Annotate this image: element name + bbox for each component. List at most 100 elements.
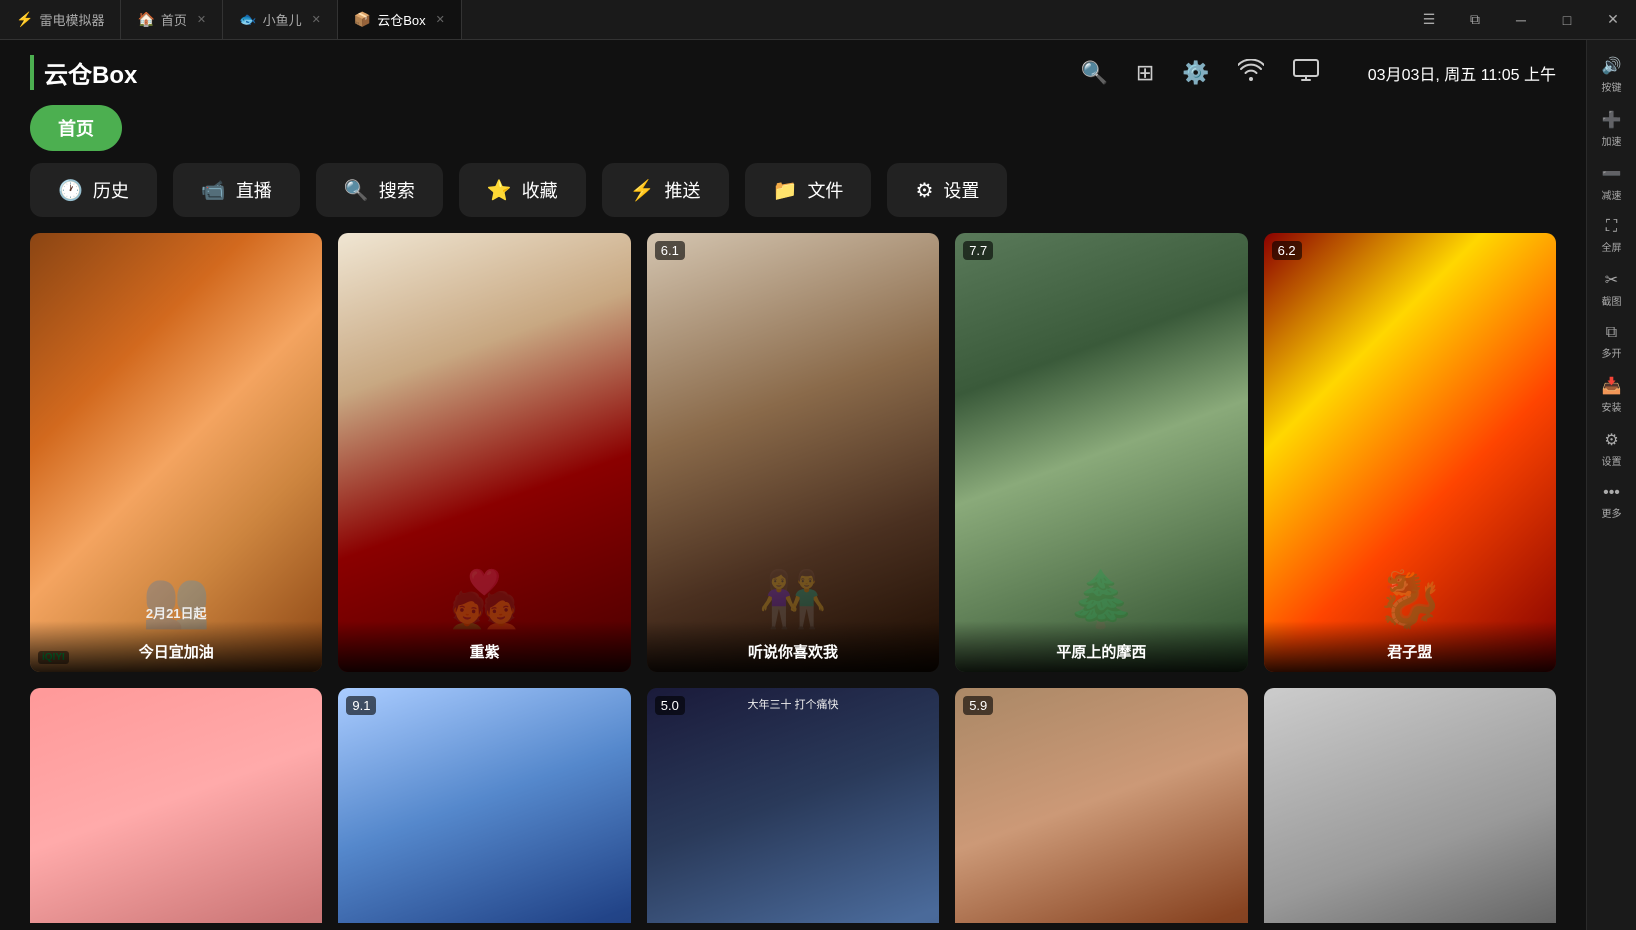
sidebar-item-subtract[interactable]: ➖ 减速 bbox=[1587, 156, 1636, 210]
sidebar-item-more[interactable]: ••• 更多 bbox=[1587, 476, 1636, 528]
sidebar-icon-multiopen: ⧉ bbox=[1606, 324, 1617, 342]
tab-close-home[interactable]: ✕ bbox=[197, 13, 206, 26]
movie-card-5[interactable]: 🐉6.2 君子盟 bbox=[1264, 233, 1556, 672]
tab-label-xiaoyu: 小鱼儿 bbox=[263, 10, 302, 29]
tab-thunderbolt[interactable]: ⚡ 雷电模拟器 bbox=[0, 0, 121, 39]
content-area: 👥2月21日起iQIYI 今日宜加油 💑 重紫 👫6.1 听说你喜欢我 🌲7.7… bbox=[0, 233, 1586, 923]
sidebar-item-fullscreen[interactable]: ⛶ 全屏 bbox=[1587, 210, 1636, 262]
sidebar-icon-install: 📥 bbox=[1602, 376, 1622, 396]
tabs-container: ⚡ 雷电模拟器🏠 首页✕🐟 小鱼儿✕📦 云仓Box✕ bbox=[0, 0, 462, 39]
tab-label-home: 首页 bbox=[161, 10, 187, 29]
category-history[interactable]: 🕐 历史 bbox=[30, 163, 157, 217]
sidebar-icon-add: ➕ bbox=[1602, 110, 1622, 130]
maximize-btn[interactable]: □ bbox=[1544, 0, 1590, 39]
minimize-btn[interactable]: ─ bbox=[1498, 0, 1544, 39]
sidebar-item-install[interactable]: 📥 安装 bbox=[1587, 368, 1636, 422]
cat-label-search: 搜索 bbox=[379, 177, 415, 203]
window-controls: ☰ ⧉ ─ □ ✕ bbox=[1406, 0, 1636, 39]
tab-label-thunderbolt: 雷电模拟器 bbox=[39, 10, 104, 29]
movie-rating-4: 7.7 bbox=[963, 241, 993, 260]
titlebar: ⚡ 雷电模拟器🏠 首页✕🐟 小鱼儿✕📦 云仓Box✕ ☰ ⧉ ─ □ ✕ bbox=[0, 0, 1636, 40]
sidebar-icon-more: ••• bbox=[1603, 484, 1620, 502]
movie-card-10[interactable]: 🏙 bbox=[1264, 688, 1556, 923]
sidebar-label-volume: 按键 bbox=[1602, 79, 1622, 94]
tab-yuncang[interactable]: 📦 云仓Box ✕ bbox=[338, 0, 462, 39]
movie-title-4: 平原上的摩西 bbox=[965, 641, 1237, 662]
tab-icon-thunderbolt: ⚡ bbox=[16, 11, 33, 28]
movie-card-3[interactable]: 👫6.1 听说你喜欢我 bbox=[647, 233, 939, 672]
cat-icon-favorites: ⭐ bbox=[487, 178, 512, 203]
sidebar-icon-config: ⚙ bbox=[1604, 430, 1618, 450]
category-settings2[interactable]: ⚙ 设置 bbox=[887, 163, 1007, 217]
tab-home[interactable]: 🏠 首页 ✕ bbox=[121, 0, 223, 39]
sidebar-label-more: 更多 bbox=[1602, 505, 1622, 520]
sidebar-label-screenshot: 截图 bbox=[1602, 293, 1622, 308]
cat-label-push: 推送 bbox=[665, 177, 701, 203]
sidebar-item-add[interactable]: ➕ 加速 bbox=[1587, 102, 1636, 156]
sidebar-label-fullscreen: 全屏 bbox=[1602, 239, 1622, 254]
restore-btn[interactable]: ⧉ bbox=[1452, 0, 1498, 39]
category-favorites[interactable]: ⭐ 收藏 bbox=[459, 163, 586, 217]
movie-card-1[interactable]: 👥2月21日起iQIYI 今日宜加油 bbox=[30, 233, 322, 672]
main-content: 云仓Box 🔍 ⊞ ⚙️ 03月03日, 周五 11:05 上午 bbox=[0, 40, 1586, 930]
category-live[interactable]: 📹 直播 bbox=[173, 163, 300, 217]
movie-grid: 👥2月21日起iQIYI 今日宜加油 💑 重紫 👫6.1 听说你喜欢我 🌲7.7… bbox=[30, 233, 1556, 923]
movie-overlay-2: 重紫 bbox=[338, 621, 630, 672]
cat-label-history: 历史 bbox=[93, 177, 129, 203]
sidebar-item-volume[interactable]: 🔊 按键 bbox=[1587, 48, 1636, 102]
cast-icon[interactable] bbox=[1292, 59, 1320, 87]
cat-label-files: 文件 bbox=[807, 177, 843, 203]
home-button[interactable]: 首页 bbox=[30, 105, 122, 151]
movie-title-2: 重紫 bbox=[348, 641, 620, 662]
movie-overlay-1: 今日宜加油 bbox=[30, 621, 322, 672]
settings-icon[interactable]: ⚙️ bbox=[1182, 60, 1209, 86]
tab-close-xiaoyu[interactable]: ✕ bbox=[312, 13, 321, 26]
category-push[interactable]: ⚡ 推送 bbox=[602, 163, 729, 217]
movie-rating-7: 9.1 bbox=[346, 696, 376, 715]
app-header: 云仓Box 🔍 ⊞ ⚙️ 03月03日, 周五 11:05 上午 bbox=[0, 40, 1586, 105]
sidebar-icon-fullscreen: ⛶ bbox=[1606, 218, 1617, 236]
tab-close-yuncang[interactable]: ✕ bbox=[436, 13, 445, 26]
sidebar-label-config: 设置 bbox=[1602, 453, 1622, 468]
category-search[interactable]: 🔍 搜索 bbox=[316, 163, 443, 217]
cat-icon-settings2: ⚙ bbox=[915, 178, 933, 203]
cat-icon-files: 📁 bbox=[773, 178, 798, 203]
tab-icon-yuncang: 📦 bbox=[354, 11, 371, 28]
cat-label-live: 直播 bbox=[236, 177, 272, 203]
movie-title-3: 听说你喜欢我 bbox=[657, 641, 929, 662]
search-icon[interactable]: 🔍 bbox=[1081, 60, 1108, 86]
movie-card-2[interactable]: 💑 重紫 bbox=[338, 233, 630, 672]
movie-promo-8: 大年三十 打个痛快 bbox=[647, 696, 939, 712]
tab-icon-home: 🏠 bbox=[137, 11, 154, 28]
cat-label-favorites: 收藏 bbox=[522, 177, 558, 203]
cat-icon-push: ⚡ bbox=[630, 178, 655, 203]
tab-label-yuncang: 云仓Box bbox=[377, 10, 425, 29]
right-sidebar: 🔊 按键➕ 加速➖ 减速⛶ 全屏✂ 截图⧉ 多开📥 安装⚙ 设置••• 更多 bbox=[1586, 40, 1636, 930]
movie-card-9[interactable]: 💑5.9 武林有佳茗 bbox=[955, 688, 1247, 923]
sidebar-icon-screenshot: ✂ bbox=[1605, 270, 1618, 290]
tab-xiaoyu[interactable]: 🐟 小鱼儿✕ bbox=[223, 0, 338, 39]
movie-title-5: 君子盟 bbox=[1274, 641, 1546, 662]
cat-icon-search: 🔍 bbox=[344, 178, 369, 203]
logo-text: 云仓Box bbox=[44, 55, 137, 90]
movie-card-4[interactable]: 🌲7.7 平原上的摩西 bbox=[955, 233, 1247, 672]
layout-icon[interactable]: ⊞ bbox=[1136, 60, 1154, 86]
menu-btn[interactable]: ☰ bbox=[1406, 0, 1452, 39]
movie-card-8[interactable]: ⚔5.0大年三十 打个痛快 天龙八部之乔峰传 bbox=[647, 688, 939, 923]
sidebar-item-multiopen[interactable]: ⧉ 多开 bbox=[1587, 316, 1636, 368]
movie-rating-9: 5.9 bbox=[963, 696, 993, 715]
movie-card-7[interactable]: 🏔9.1 大预言 bbox=[338, 688, 630, 923]
close-btn[interactable]: ✕ bbox=[1590, 0, 1636, 39]
movie-rating-3: 6.1 bbox=[655, 241, 685, 260]
sidebar-label-add: 加速 bbox=[1602, 133, 1622, 148]
header-icons: 🔍 ⊞ ⚙️ 03月03日, 周五 11:05 上午 bbox=[1081, 59, 1556, 87]
category-files[interactable]: 📁 文件 bbox=[745, 163, 872, 217]
sidebar-item-config[interactable]: ⚙ 设置 bbox=[1587, 422, 1636, 476]
wifi-icon[interactable] bbox=[1238, 59, 1264, 87]
sidebar-label-subtract: 减速 bbox=[1602, 187, 1622, 202]
sidebar-item-screenshot[interactable]: ✂ 截图 bbox=[1587, 262, 1636, 316]
sidebar-label-multiopen: 多开 bbox=[1602, 345, 1622, 360]
movie-title-1: 今日宜加油 bbox=[40, 641, 312, 662]
sidebar-icon-volume: 🔊 bbox=[1602, 56, 1622, 76]
movie-card-6[interactable]: 🌸 女大学品格 bbox=[30, 688, 322, 923]
